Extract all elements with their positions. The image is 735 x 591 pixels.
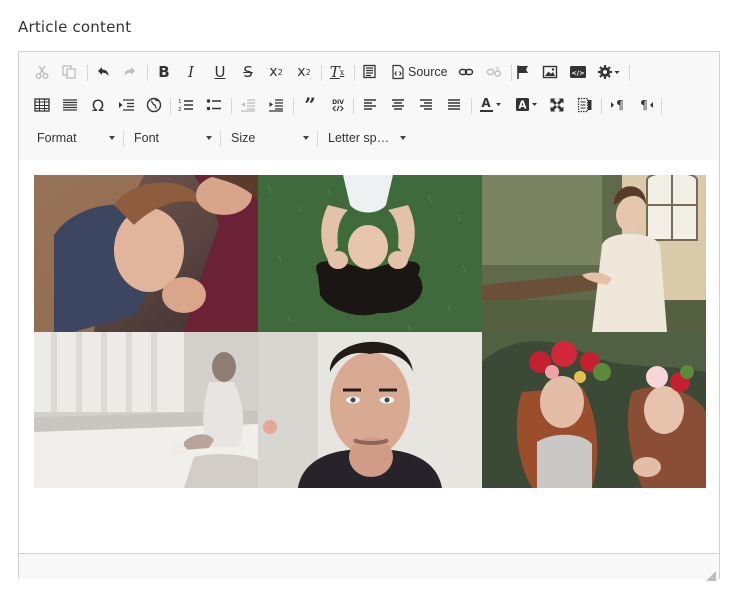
anchor-flag-icon[interactable] bbox=[512, 61, 534, 83]
chevron-down-icon bbox=[206, 136, 212, 140]
page-break-icon[interactable] bbox=[115, 94, 137, 116]
iframe-globe-icon[interactable] bbox=[143, 94, 165, 116]
resize-grip-icon[interactable] bbox=[706, 566, 716, 581]
link-icon[interactable] bbox=[455, 61, 477, 83]
undo-icon[interactable] bbox=[92, 61, 114, 83]
strikethrough-icon[interactable]: S bbox=[237, 61, 259, 83]
chevron-down-icon bbox=[400, 136, 406, 140]
image-grid bbox=[34, 175, 706, 488]
svg-text:DIV: DIV bbox=[332, 99, 344, 106]
subscript-icon[interactable]: x2 bbox=[265, 61, 287, 83]
article-content-label: Article content bbox=[18, 18, 132, 36]
size-combo-label: Size bbox=[231, 131, 256, 145]
photo-floral-crown-women[interactable] bbox=[482, 332, 706, 488]
svg-text:1: 1 bbox=[178, 99, 182, 105]
photo-man-portrait[interactable] bbox=[258, 332, 482, 488]
paste-text-icon[interactable] bbox=[359, 61, 381, 83]
svg-text:</>: </> bbox=[571, 69, 584, 77]
svg-text:¶: ¶ bbox=[640, 98, 648, 112]
rtl-icon[interactable]: ¶ bbox=[635, 94, 657, 116]
format-combo[interactable]: Format bbox=[37, 127, 115, 149]
italic-icon[interactable]: I bbox=[180, 61, 202, 83]
align-right-icon[interactable] bbox=[415, 94, 437, 116]
image-icon[interactable] bbox=[539, 61, 561, 83]
underline-icon[interactable]: U bbox=[209, 61, 231, 83]
rich-text-editor: B I U S x2 x2 Tx Source </> Ω 1 2 ” DIV … bbox=[18, 51, 720, 581]
font-combo[interactable]: Font bbox=[134, 127, 212, 149]
indent-icon[interactable] bbox=[265, 94, 287, 116]
blockquote-icon[interactable]: ” bbox=[299, 93, 321, 117]
svg-text:2: 2 bbox=[178, 107, 182, 113]
letter-spacing-combo-label: Letter sp… bbox=[328, 131, 390, 145]
editor-statusbar bbox=[19, 553, 719, 581]
bold-icon[interactable]: B bbox=[153, 61, 175, 83]
editor-toolbar: B I U S x2 x2 Tx Source </> Ω 1 2 ” DIV … bbox=[19, 52, 719, 161]
ltr-icon[interactable]: ¶ bbox=[607, 94, 629, 116]
chevron-down-icon bbox=[303, 136, 309, 140]
source-button-label[interactable]: Source bbox=[408, 61, 448, 83]
create-div-icon[interactable]: DIV bbox=[327, 94, 349, 116]
toolbar-row-2: Ω 12 ” DIV A A ¶ ¶ bbox=[19, 90, 719, 120]
unlink-icon[interactable] bbox=[483, 61, 505, 83]
toolbar-row-3: Format Font Size Letter sp… bbox=[19, 123, 719, 153]
horizontal-rule-icon[interactable] bbox=[59, 94, 81, 116]
svg-text:A: A bbox=[481, 96, 491, 110]
superscript-icon[interactable]: x2 bbox=[293, 61, 315, 83]
svg-text:¶: ¶ bbox=[616, 98, 624, 112]
embed-media-icon[interactable]: </> bbox=[567, 61, 589, 83]
photo-woman-in-bedroom[interactable] bbox=[34, 332, 258, 488]
redo-icon[interactable] bbox=[119, 61, 141, 83]
settings-gear-icon[interactable] bbox=[595, 61, 625, 83]
bulleted-list-icon[interactable] bbox=[203, 94, 225, 116]
photo-woman-at-fence[interactable] bbox=[482, 175, 706, 332]
letter-spacing-combo[interactable]: Letter sp… bbox=[328, 127, 406, 149]
outdent-icon[interactable] bbox=[237, 94, 259, 116]
text-color-icon[interactable]: A bbox=[477, 94, 507, 116]
align-center-icon[interactable] bbox=[387, 94, 409, 116]
special-char-omega-icon[interactable]: Ω bbox=[87, 94, 109, 116]
copy-icon[interactable] bbox=[58, 61, 80, 83]
table-icon[interactable] bbox=[31, 94, 53, 116]
photo-woman-on-grass[interactable] bbox=[258, 175, 482, 332]
numbered-list-icon[interactable]: 12 bbox=[175, 94, 197, 116]
source-icon[interactable] bbox=[387, 61, 409, 83]
show-blocks-icon[interactable] bbox=[574, 94, 596, 116]
svg-text:A: A bbox=[518, 100, 527, 112]
maximize-icon[interactable] bbox=[546, 94, 568, 116]
chevron-down-icon bbox=[109, 136, 115, 140]
format-combo-label: Format bbox=[37, 131, 77, 145]
font-combo-label: Font bbox=[134, 131, 160, 145]
remove-format-icon[interactable]: Tx bbox=[326, 61, 348, 83]
background-color-icon[interactable]: A bbox=[513, 94, 543, 116]
photo-couple-embrace[interactable] bbox=[34, 175, 258, 332]
toolbar-row-1: B I U S x2 x2 Tx Source </> bbox=[19, 57, 719, 87]
editor-content-area[interactable] bbox=[19, 160, 719, 553]
align-left-icon[interactable] bbox=[359, 94, 381, 116]
size-combo[interactable]: Size bbox=[231, 127, 309, 149]
cut-icon[interactable] bbox=[31, 61, 53, 83]
justify-icon[interactable] bbox=[443, 94, 465, 116]
